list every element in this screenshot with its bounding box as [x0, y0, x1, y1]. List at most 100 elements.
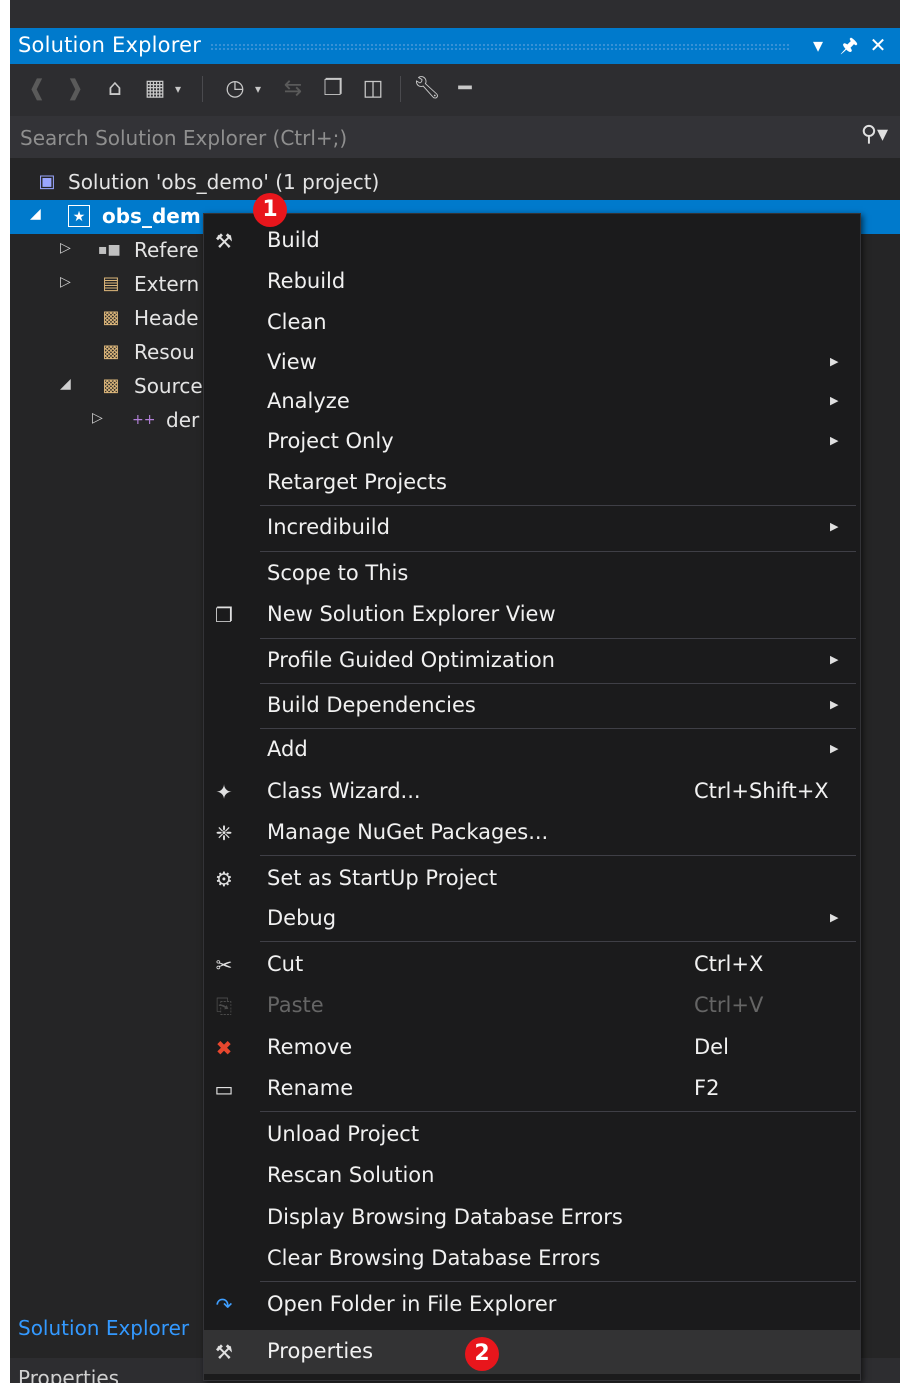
menu-item-label: Incredibuild [267, 515, 390, 539]
menu-item-label: Add [267, 737, 308, 761]
cpp-file-icon: ++ [132, 412, 156, 428]
gear-icon: ⚙ [215, 867, 233, 891]
menu-item-label: Manage NuGet Packages... [267, 820, 549, 844]
close-icon[interactable]: ✕ [865, 30, 891, 60]
preview-selected-icon[interactable]: ━ [450, 74, 480, 104]
external-deps-icon: ▤ [102, 273, 120, 294]
menu-item-label: Clear Browsing Database Errors [267, 1246, 601, 1270]
expanded-arrow-icon[interactable]: ◢ [30, 206, 41, 222]
menu-item-label: New Solution Explorer View [267, 602, 556, 626]
submenu-arrow-icon: ▶ [830, 520, 839, 533]
menu-item-scope-to-this[interactable]: Scope to This [204, 554, 860, 594]
menu-separator [260, 683, 856, 684]
tree-item-label: Resou [134, 340, 195, 364]
menu-item-label: Rescan Solution [267, 1163, 435, 1187]
menu-item-shortcut: Ctrl+X [694, 952, 764, 976]
menu-item-rebuild[interactable]: Rebuild [204, 262, 860, 302]
menu-item-incredibuild[interactable]: Incredibuild ▶ [204, 508, 860, 548]
menu-item-build-dependencies[interactable]: Build Dependencies ▶ [204, 686, 860, 726]
collapse-all-icon[interactable]: ❐ [318, 74, 348, 104]
pin-icon[interactable]: 🖈︎ [836, 30, 862, 60]
menu-item-analyze[interactable]: Analyze ▶ [204, 382, 860, 422]
tree-item-label: Refere [134, 238, 199, 262]
menu-separator [260, 551, 856, 552]
toolbar: ❰ ❱ ⌂ ▦ ▾ ◷ ▾ ⇆ ❐ ◫ 🔧︎ ━ [10, 64, 900, 116]
menu-item-class-wizard[interactable]: ✦ Class Wizard... Ctrl+Shift+X [204, 772, 860, 812]
submenu-arrow-icon: ▶ [830, 698, 839, 711]
menu-item-manage-nuget-packages[interactable]: ❈ Manage NuGet Packages... [204, 813, 860, 853]
menu-item-rescan-solution[interactable]: Rescan Solution [204, 1156, 860, 1196]
menu-item-build[interactable]: ⚒ Build [204, 221, 860, 261]
tree-item-label: der [166, 408, 200, 432]
folder-icon: ▩ [102, 307, 120, 328]
menu-item-display-browsing-database-errors[interactable]: Display Browsing Database Errors [204, 1198, 860, 1238]
menu-item-shortcut: F2 [694, 1076, 720, 1100]
menu-item-shortcut: Ctrl+V [694, 993, 764, 1017]
tree-item-label: Solution 'obs_demo' (1 project) [68, 170, 380, 194]
menu-item-view[interactable]: View ▶ [204, 343, 860, 383]
filter-dropdown-icon[interactable]: ▾ [250, 74, 266, 104]
menu-item-label: Paste [267, 993, 324, 1017]
menu-item-clear-browsing-database-errors[interactable]: Clear Browsing Database Errors [204, 1239, 860, 1279]
expanded-arrow-icon[interactable]: ◢ [60, 376, 71, 392]
menu-item-label: Set as StartUp Project [267, 866, 498, 890]
submenu-arrow-icon: ▶ [830, 653, 839, 666]
menu-item-label: Open Folder in File Explorer [267, 1292, 557, 1316]
menu-item-unload-project[interactable]: Unload Project [204, 1115, 860, 1155]
menu-item-rename[interactable]: ▭ Rename F2 [204, 1069, 860, 1109]
menu-item-remove[interactable]: ✖ Remove Del [204, 1028, 860, 1068]
sync-active-document-icon[interactable]: ⇆ [278, 74, 308, 104]
menu-item-open-folder-in-file-explorer[interactable]: ↷ Open Folder in File Explorer [204, 1285, 860, 1325]
pending-changes-filter-icon[interactable]: ◷ [220, 74, 250, 104]
show-all-files-icon[interactable]: ◫ [358, 74, 388, 104]
collapsed-arrow-icon[interactable]: ▷ [92, 410, 103, 426]
new-view-icon: ❐ [215, 603, 233, 627]
menu-item-label: Project Only [267, 429, 394, 453]
menu-item-clean[interactable]: Clean [204, 303, 860, 343]
remove-icon: ✖ [215, 1036, 233, 1060]
tree-item-label: Heade [134, 306, 199, 330]
panel-title: Solution Explorer [18, 33, 202, 57]
window-position-dropdown-icon[interactable]: ▾ [805, 30, 831, 60]
menu-item-project-only[interactable]: Project Only ▶ [204, 422, 860, 462]
properties-wrench-icon[interactable]: 🔧︎ [412, 74, 442, 104]
titlebar-grip[interactable] [210, 43, 790, 50]
solution-explorer-tab[interactable]: Solution Explorer [18, 1316, 189, 1340]
menu-item-shortcut: Ctrl+Shift+X [694, 779, 829, 803]
rename-icon: ▭ [214, 1077, 234, 1101]
menu-item-profile-guided-optimization[interactable]: Profile Guided Optimization ▶ [204, 641, 860, 681]
search-bar: ⚲▾ [10, 116, 900, 160]
tree-item-solution[interactable]: ▣ Solution 'obs_demo' (1 project) [10, 166, 900, 200]
menu-item-set-as-startup-project[interactable]: ⚙ Set as StartUp Project [204, 859, 860, 899]
submenu-arrow-icon: ▶ [830, 434, 839, 447]
menu-item-debug[interactable]: Debug ▶ [204, 899, 860, 939]
tree-item-label: obs_dem [102, 204, 201, 228]
menu-item-retarget-projects[interactable]: Retarget Projects [204, 463, 860, 503]
menu-item-add[interactable]: Add ▶ [204, 730, 860, 770]
search-input[interactable] [10, 116, 852, 160]
menu-item-label: Properties [267, 1339, 374, 1363]
search-icon[interactable]: ⚲▾ [861, 122, 888, 147]
submenu-arrow-icon: ▶ [830, 394, 839, 407]
project-icon: ★ [68, 205, 90, 227]
menu-item-paste: ⎘ Paste Ctrl+V [204, 986, 860, 1026]
collapsed-arrow-icon[interactable]: ▷ [60, 240, 71, 256]
scissors-icon: ✂ [215, 953, 233, 977]
paste-icon: ⎘ [216, 994, 232, 1018]
menu-separator [260, 855, 856, 856]
switch-views-icon[interactable]: ▦ [140, 74, 170, 104]
menu-item-cut[interactable]: ✂ Cut Ctrl+X [204, 945, 860, 985]
menu-separator [260, 728, 856, 729]
back-icon[interactable]: ❰ [22, 74, 52, 104]
menu-separator [260, 638, 856, 639]
home-icon[interactable]: ⌂ [100, 74, 130, 104]
collapsed-arrow-icon[interactable]: ▷ [60, 274, 71, 290]
menu-item-label: Debug [267, 906, 337, 930]
menu-item-label: Rebuild [267, 269, 346, 293]
menu-item-label: Unload Project [267, 1122, 420, 1146]
menu-item-properties[interactable]: ⚒ Properties [204, 1330, 860, 1374]
menu-separator [260, 941, 856, 942]
forward-icon[interactable]: ❱ [60, 74, 90, 104]
menu-item-new-solution-explorer-view[interactable]: ❐ New Solution Explorer View [204, 595, 860, 635]
switch-views-dropdown-icon[interactable]: ▾ [170, 74, 186, 104]
